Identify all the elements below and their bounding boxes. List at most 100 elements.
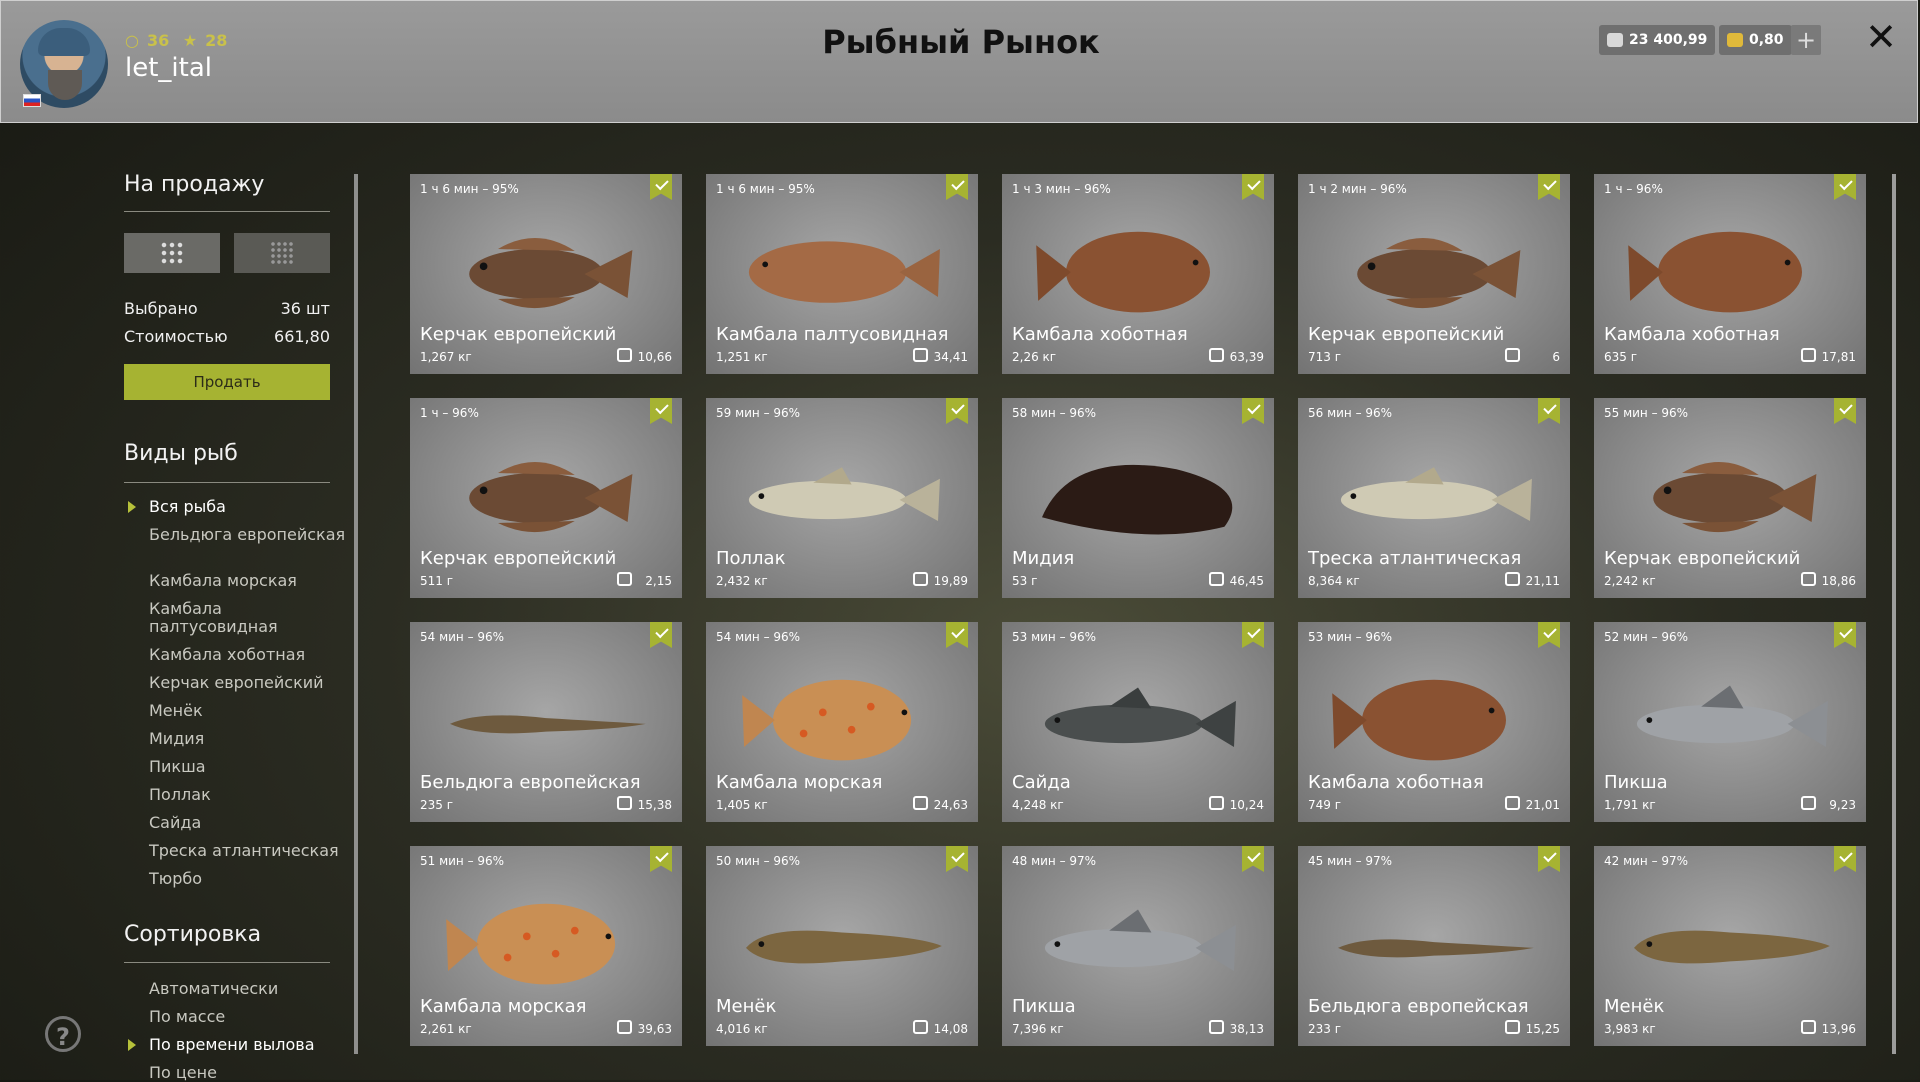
species-item[interactable]: Камбала морская: [149, 572, 349, 590]
fish-card[interactable]: 1 ч – 96% Керчак европейский 511 г 2,15: [410, 398, 682, 598]
selected-check-icon[interactable]: [946, 622, 968, 648]
catch-time-freshness: 53 мин – 96%: [1308, 630, 1393, 644]
selected-check-icon[interactable]: [1834, 398, 1856, 424]
selected-check-icon[interactable]: [1834, 846, 1856, 872]
fish-card[interactable]: 52 мин – 96% Пикша 1,791 кг 9,23: [1594, 622, 1866, 822]
selected-check-icon[interactable]: [1538, 398, 1560, 424]
fish-image: [1628, 231, 1802, 313]
species-item[interactable]: Керчак европейский: [149, 674, 349, 692]
coin-icon: [1801, 1020, 1816, 1034]
species-item[interactable]: Пикша: [149, 758, 349, 776]
species-item[interactable]: Сайда: [149, 814, 349, 832]
fish-name: Пикша: [1012, 996, 1076, 1017]
selected-check-icon[interactable]: [1242, 622, 1264, 648]
selected-check-icon[interactable]: [650, 622, 672, 648]
fish-card[interactable]: 1 ч 6 мин – 95% Керчак европейский 1,267 к…: [410, 174, 682, 374]
close-icon[interactable]: ✕: [1863, 18, 1899, 56]
species-item[interactable]: Тюрбо: [149, 870, 349, 888]
species-item[interactable]: Бельдюга европейская: [149, 526, 349, 544]
fish-price: 14,08: [933, 1022, 968, 1036]
fish-name: Камбала хоботная: [1012, 324, 1188, 345]
sort-option[interactable]: По времени вылова: [149, 1036, 349, 1054]
selected-check-icon[interactable]: [650, 846, 672, 872]
fish-card[interactable]: 1 ч 3 мин – 96% Камбала хоботная 2,26 кг 63…: [1002, 174, 1274, 374]
fish-price: 38,13: [1229, 1022, 1264, 1036]
species-item[interactable]: Камбала хоботная: [149, 646, 349, 664]
selected-check-icon[interactable]: [650, 398, 672, 424]
divider: [124, 482, 330, 483]
catch-time-freshness: 1 ч 2 мин – 96%: [1308, 182, 1407, 196]
fish-image: [1044, 909, 1236, 971]
fish-card[interactable]: 59 мин – 96% Поллак 2,432 кг 19,89: [706, 398, 978, 598]
fish-card[interactable]: 1 ч 2 мин – 96% Керчак европейский 713 г 6: [1298, 174, 1570, 374]
fish-card[interactable]: 56 мин – 96% Треска атлантическая 8,364 кг…: [1298, 398, 1570, 598]
species-item[interactable]: Треска атлантическая: [149, 842, 349, 860]
fish-card[interactable]: 1 ч – 96% Камбала хоботная 635 г 17,81: [1594, 174, 1866, 374]
selected-check-icon[interactable]: [1242, 398, 1264, 424]
russia-flag-icon: [23, 94, 41, 107]
divider: [124, 962, 330, 963]
sell-button[interactable]: Продать: [124, 364, 330, 400]
sort-option[interactable]: Автоматически: [149, 980, 349, 998]
fish-image: [1332, 679, 1506, 761]
selected-check-icon[interactable]: [946, 846, 968, 872]
species-item[interactable]: Менёк: [149, 702, 349, 720]
fish-image: [469, 237, 633, 309]
fish-price: 34,41: [933, 350, 968, 364]
sidebar-scrollbar[interactable]: [354, 174, 358, 1054]
fish-price: 6: [1552, 350, 1560, 364]
fish-card[interactable]: 51 мин – 96% Камбала морская 2,261 кг 39,63: [410, 846, 682, 1046]
fish-name: Сайда: [1012, 772, 1071, 793]
fish-name: Поллак: [716, 548, 786, 569]
selected-check-icon[interactable]: [946, 398, 968, 424]
species-item[interactable]: Вся рыба: [149, 498, 349, 516]
selected-check-icon[interactable]: [946, 174, 968, 200]
fish-card[interactable]: 54 мин – 96% Бельдюга европейская 235 г 15,…: [410, 622, 682, 822]
fish-card[interactable]: 50 мин – 96% Менёк 4,016 кг 14,08: [706, 846, 978, 1046]
add-gold-button[interactable]: +: [1791, 25, 1821, 55]
species-item[interactable]: Камбала палтусовидная: [149, 600, 349, 636]
selected-check-icon[interactable]: [1538, 846, 1560, 872]
fish-weight: 235 г: [420, 798, 454, 812]
fish-card[interactable]: 53 мин – 96% Камбала хоботная 749 г 21,01: [1298, 622, 1570, 822]
fish-card[interactable]: 53 мин – 96% Сайда 4,248 кг 10,24: [1002, 622, 1274, 822]
fish-card[interactable]: 54 мин – 96% Камбала морская 1,405 кг 24,63: [706, 622, 978, 822]
selected-check-icon[interactable]: [1834, 174, 1856, 200]
fish-card[interactable]: 42 мин – 97% Менёк 3,983 кг 13,96: [1594, 846, 1866, 1046]
fish-card[interactable]: 58 мин – 96% Мидия 53 г 46,45: [1002, 398, 1274, 598]
catch-time-freshness: 52 мин – 96%: [1604, 630, 1689, 644]
fish-weight: 233 г: [1308, 1022, 1342, 1036]
fish-card[interactable]: 55 мин – 96% Керчак европейский 2,242 кг 18…: [1594, 398, 1866, 598]
fish-name: Камбала морская: [420, 996, 587, 1017]
selected-check-icon[interactable]: [1834, 622, 1856, 648]
fish-card[interactable]: 1 ч 6 мин – 95% Камбала палтусовидная 1,25…: [706, 174, 978, 374]
fish-image: [446, 903, 616, 985]
small-grid-view-button[interactable]: [234, 233, 330, 273]
coin-icon: [1505, 572, 1520, 586]
species-item[interactable]: Мидия: [149, 730, 349, 748]
selected-check-icon[interactable]: [1242, 174, 1264, 200]
species-item[interactable]: Поллак: [149, 786, 349, 804]
fish-image: [1357, 237, 1521, 309]
help-icon[interactable]: ?: [45, 1016, 81, 1052]
coin-icon: [1801, 572, 1816, 586]
fish-card[interactable]: 45 мин – 97% Бельдюга европейская 233 г 15,…: [1298, 846, 1570, 1046]
fish-name: Керчак европейский: [1604, 548, 1801, 569]
fish-image: [1340, 467, 1532, 522]
sort-option[interactable]: По массе: [149, 1008, 349, 1026]
selected-check-icon[interactable]: [650, 174, 672, 200]
fish-card[interactable]: 48 мин – 97% Пикша 7,396 кг 38,13: [1002, 846, 1274, 1046]
fish-price: 63,39: [1229, 350, 1264, 364]
grid-scrollbar[interactable]: [1892, 174, 1896, 1054]
selected-check-icon[interactable]: [1538, 622, 1560, 648]
fish-name: Камбала морская: [716, 772, 883, 793]
selected-check-icon[interactable]: [1242, 846, 1264, 872]
large-grid-view-button[interactable]: [124, 233, 220, 273]
fish-name: Менёк: [1604, 996, 1665, 1017]
coin-icon: [1505, 348, 1520, 362]
selected-count-row: Выбрано 36 шт: [124, 299, 330, 318]
fish-image: [1636, 685, 1828, 747]
sort-option[interactable]: По цене: [149, 1064, 349, 1082]
selected-check-icon[interactable]: [1538, 174, 1560, 200]
fish-weight: 8,364 кг: [1308, 574, 1360, 588]
